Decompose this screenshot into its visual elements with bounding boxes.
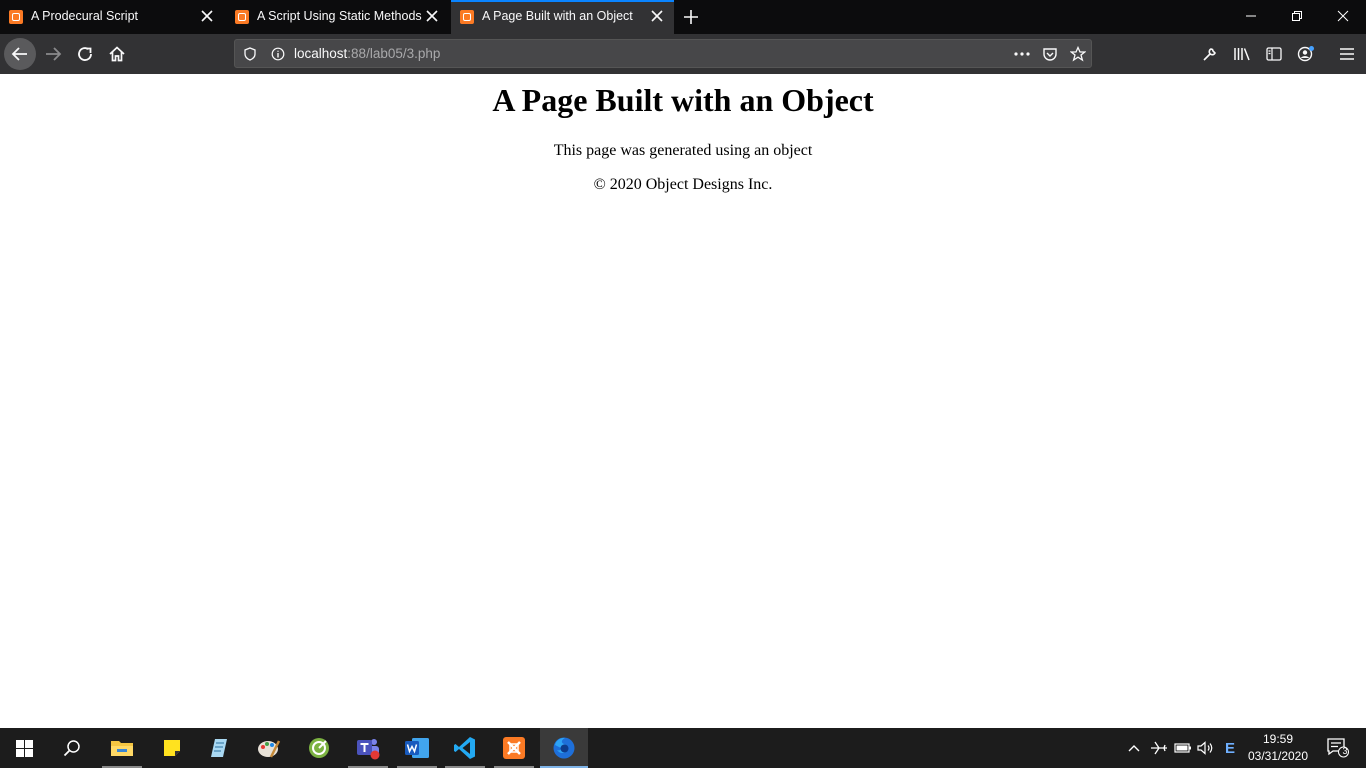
page-footer: © 2020 Object Designs Inc. [593,176,773,193]
clock-time: 19:59 [1262,732,1294,746]
tab-title: A Page Built with an Object [482,9,633,23]
battery-button[interactable] [1172,728,1194,768]
close-tab-icon[interactable] [424,8,440,24]
volume-button[interactable] [1195,728,1217,768]
xampp-favicon-icon [460,10,474,24]
close-tab-icon[interactable] [649,8,665,24]
navigation-toolbar: localhost:88/lab05/3.php [0,34,1366,74]
menu-button[interactable] [1331,38,1363,70]
account-icon [1297,46,1314,62]
arrow-right-icon [46,47,62,61]
tab-title: A Prodecural Script [31,9,138,23]
battery-charging-icon [1174,743,1191,753]
tab-prodecural-script[interactable]: A Prodecural Script [0,0,225,34]
site-info-icon[interactable] [269,45,287,63]
sticky-notes-icon [164,740,180,756]
tab-title: A Script Using Static Methods [257,9,422,23]
tab-static-methods[interactable]: A Script Using Static Methods [226,0,450,34]
close-tab-icon[interactable] [199,8,215,24]
clock[interactable]: 19:59 03/31/2020 [1240,731,1316,765]
airplane-icon [1151,741,1167,755]
address-bar[interactable]: localhost:88/lab05/3.php [234,39,1092,68]
start-button[interactable] [0,728,48,768]
wrench-icon [1203,48,1216,61]
xampp-taskbar-button[interactable] [490,728,538,768]
page-actions-icon[interactable] [1013,45,1031,63]
notepad-taskbar-button[interactable] [196,728,244,768]
developer-tools-button[interactable] [1194,38,1226,70]
tab-page-built-with-object[interactable]: A Page Built with an Object [451,0,674,34]
search-icon [63,740,80,757]
home-icon [109,46,125,62]
plus-icon [684,10,698,24]
paint-icon [258,740,281,758]
windows-logo-icon [15,739,33,757]
chevron-up-icon [1128,745,1140,752]
xampp-favicon-icon [9,10,23,24]
teams-icon [357,739,380,760]
close-window-button[interactable] [1320,0,1366,32]
greenshot-taskbar-button[interactable] [295,728,343,768]
arrow-left-icon [11,47,27,61]
minimize-button[interactable] [1228,0,1274,32]
tab-strip: A Prodecural Script A Script Using Stati… [0,0,1366,34]
home-button[interactable] [101,38,133,70]
notepad-icon [211,739,227,757]
minimize-icon [1246,15,1256,17]
word-icon [405,738,429,758]
input-language-indicator[interactable]: E [1219,728,1241,768]
action-center-button[interactable]: 3 [1318,728,1358,768]
restore-icon [1292,11,1302,21]
word-taskbar-button[interactable] [393,728,441,768]
restore-button[interactable] [1274,0,1320,32]
sticky-notes-taskbar-button[interactable] [148,728,196,768]
close-icon [1337,10,1349,22]
speaker-icon [1197,741,1213,755]
firefox-taskbar-button[interactable] [540,728,588,768]
xampp-icon [503,737,525,759]
library-icon [1234,48,1250,61]
reload-icon [78,47,92,61]
file-explorer-taskbar-button[interactable] [98,728,146,768]
show-hidden-icons-button[interactable] [1124,728,1144,768]
bookmark-star-icon[interactable] [1069,45,1087,63]
windows-taskbar: E 19:59 03/31/2020 3 [0,728,1366,768]
notification-count-badge: 3 [1342,746,1348,756]
url-text: localhost:88/lab05/3.php [294,46,440,61]
page-content: A Page Built with an Object This page wa… [0,74,1366,728]
pocket-icon[interactable] [1041,45,1059,63]
vscode-taskbar-button[interactable] [441,728,489,768]
account-button[interactable] [1290,38,1322,70]
new-tab-button[interactable] [680,6,702,28]
url-host: localhost [294,46,348,61]
file-explorer-icon [111,741,133,756]
search-button[interactable] [48,728,96,768]
library-button[interactable] [1226,38,1258,70]
page-heading: A Page Built with an Object [492,82,874,118]
clock-date: 03/31/2020 [1247,749,1309,763]
paint-taskbar-button[interactable] [245,728,293,768]
hamburger-menu-icon [1340,48,1354,60]
firefox-icon [553,737,575,759]
sidebar-icon [1266,47,1282,61]
url-path: :88/lab05/3.php [347,46,441,61]
greenshot-icon [309,738,329,758]
airplane-mode-button[interactable] [1148,728,1170,768]
sidebar-toggle-button[interactable] [1258,38,1290,70]
xampp-favicon-icon [235,10,249,24]
teams-taskbar-button[interactable] [344,728,392,768]
vscode-icon [454,737,475,759]
tracking-protection-icon[interactable] [241,45,259,63]
reload-button[interactable] [69,38,101,70]
page-paragraph: This page was generated using an object [553,142,813,159]
forward-button[interactable] [37,38,69,70]
back-button[interactable] [4,38,36,70]
